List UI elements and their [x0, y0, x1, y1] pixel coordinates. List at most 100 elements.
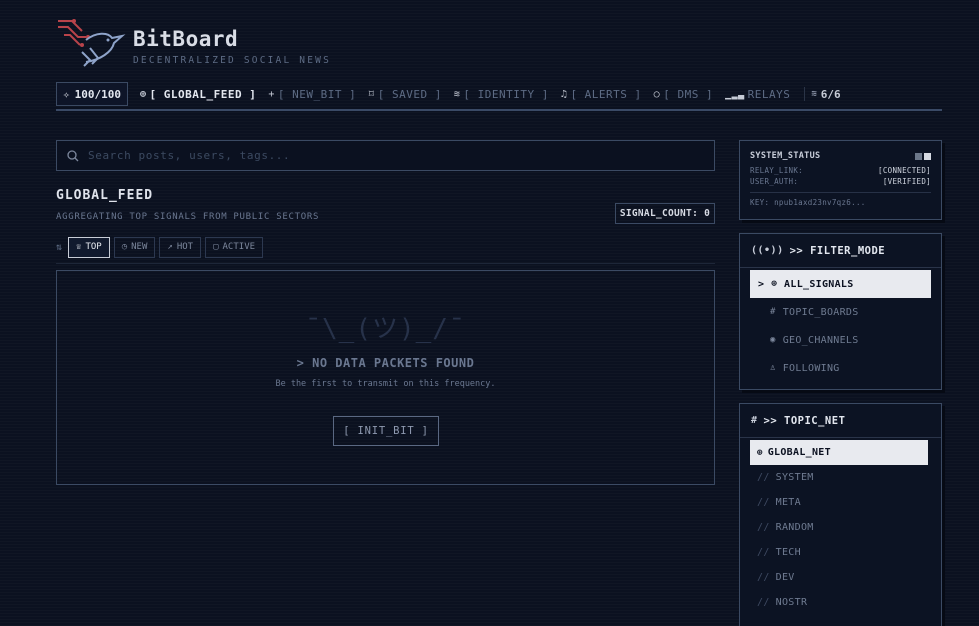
topic-label: META	[775, 497, 801, 508]
topic-label: SYSTEM	[775, 472, 814, 483]
topic-prefix: //	[757, 572, 770, 583]
user-auth-label: USER_AUTH:	[750, 177, 799, 186]
empty-title: > NO DATA PACKETS FOUND	[296, 356, 475, 370]
nav-dms[interactable]: ○ [ DMS ]	[654, 88, 713, 101]
status-indicator	[915, 152, 931, 160]
bell-icon: ♫	[560, 88, 568, 100]
shrug-emoticon: ¯\_(ツ)_/¯	[305, 314, 466, 344]
nav-global-feed[interactable]: ⊕ [ GLOBAL_FEED ]	[140, 88, 256, 101]
filter-label: GEO_CHANNELS	[782, 334, 859, 346]
filter-geo-channels[interactable]: ◉ GEO_CHANNELS	[750, 326, 931, 354]
topic-prefix: //	[757, 547, 770, 558]
nav-label: RELAYS	[747, 87, 791, 101]
wifi-icon: ≋	[453, 88, 461, 100]
sort-active-button[interactable]: ▢ ACTIVE	[205, 236, 264, 258]
comment-icon: ▢	[213, 242, 219, 252]
topic-tech[interactable]: // TECH	[750, 540, 928, 565]
relay-link-label: RELAY_LINK:	[750, 166, 803, 175]
filter-label: FOLLOWING	[782, 362, 840, 374]
status-title: SYSTEM_STATUS	[750, 151, 821, 161]
sort-new-button[interactable]: ◷ NEW	[113, 236, 156, 258]
radio-signal-icon: ((•))	[751, 245, 784, 256]
sort-bar: ⇅ ♕ TOP ◷ NEW ↗ HOT ▢ ACTIVE	[56, 236, 267, 258]
sort-top-button[interactable]: ♕ TOP	[68, 236, 110, 258]
sort-label: HOT	[176, 242, 194, 252]
nav-alerts[interactable]: ♫ [ ALERTS ]	[561, 88, 642, 101]
sort-hot-button[interactable]: ↗ HOT	[159, 236, 202, 258]
sort-label: TOP	[85, 242, 102, 252]
relay-count: ≋ 6/6	[811, 88, 840, 101]
topic-dev[interactable]: // DEV	[750, 565, 928, 590]
nav-identity[interactable]: ≋ [ IDENTITY ]	[454, 88, 549, 101]
topic-global-net[interactable]: ⊕ GLOBAL_NET	[750, 440, 928, 465]
topic-system[interactable]: // SYSTEM	[750, 465, 928, 490]
signal-bars-icon: ▁▂▃	[725, 88, 745, 100]
nav-label: [ GLOBAL_FEED ]	[149, 87, 257, 101]
nav-new-bit[interactable]: + [ NEW_BIT ]	[268, 88, 356, 101]
reputation-value: 100/100	[74, 87, 121, 101]
nav-label: [ IDENTITY ]	[463, 87, 549, 101]
topic-label: TECH	[775, 547, 801, 558]
nav-label: [ SAVED ]	[377, 87, 442, 101]
public-key[interactable]: KEY: npub1axd23nv7qz6...	[750, 198, 931, 207]
signal-count-badge: SIGNAL_COUNT: 0	[615, 203, 715, 224]
globe-icon: ⊕	[771, 279, 778, 289]
nav-label: [ NEW_BIT ]	[277, 87, 357, 101]
page-subtitle: AGGREGATING TOP SIGNALS FROM PUBLIC SECT…	[56, 212, 320, 222]
plus-icon: +	[268, 88, 275, 100]
bolt-icon: ✧	[63, 87, 70, 101]
filter-title: >> FILTER_MODE	[789, 244, 886, 257]
topic-prefix: //	[757, 597, 770, 608]
nav-divider	[804, 87, 806, 101]
status-divider	[750, 192, 931, 193]
topic-prefix: //	[757, 497, 770, 508]
search-input[interactable]	[88, 149, 648, 162]
nav-label: [ DMS ]	[663, 87, 714, 101]
topic-nostr[interactable]: // NOSTR	[750, 590, 928, 615]
filter-divider	[740, 267, 941, 268]
search-bar[interactable]	[56, 140, 715, 171]
filter-all-signals[interactable]: > ⊕ ALL_SIGNALS	[750, 270, 931, 298]
filter-following[interactable]: ♙ FOLLOWING	[750, 354, 931, 382]
brand-title: BitBoard	[133, 27, 239, 51]
nav-relays[interactable]: ▁▂▃ RELAYS	[725, 88, 790, 101]
hash-icon: #	[770, 307, 776, 317]
user-auth-value: [VERIFIED]	[882, 177, 931, 186]
bookmark-icon: ⌑	[368, 88, 375, 100]
filter-topic-boards[interactable]: # TOPIC_BOARDS	[750, 298, 931, 326]
nav-label: [ ALERTS ]	[570, 87, 642, 101]
wifi-icon: ≋	[811, 89, 817, 99]
filter-label: TOPIC_BOARDS	[782, 306, 859, 318]
sort-label: NEW	[131, 242, 148, 252]
topic-meta[interactable]: // META	[750, 490, 928, 515]
reputation-badge: ✧ 100/100	[56, 82, 128, 106]
filter-label: ALL_SIGNALS	[784, 278, 854, 290]
page-title: GLOBAL_FEED	[56, 188, 154, 203]
nav-saved[interactable]: ⌑ [ SAVED ]	[368, 88, 442, 101]
header-divider	[56, 109, 942, 111]
hash-icon: #	[751, 415, 758, 426]
clock-icon: ◷	[121, 242, 128, 252]
top-nav: ✧ 100/100 ⊕ [ GLOBAL_FEED ] + [ NEW_BIT …	[56, 82, 841, 106]
topic-divider	[740, 437, 941, 438]
search-icon	[67, 149, 79, 161]
topic-net-panel: # >> TOPIC_NET ⊕ GLOBAL_NET // SYSTEM //…	[739, 403, 942, 626]
relay-count-value: 6/6	[820, 87, 841, 101]
sort-divider	[56, 263, 715, 264]
topic-label: DEV	[775, 572, 795, 583]
empty-subtitle: Be the first to transmit on this frequen…	[275, 379, 496, 389]
relay-link-value: [CONNECTED]	[878, 166, 931, 175]
filter-mode-panel: ((•)) >> FILTER_MODE > ⊕ ALL_SIGNALS # T…	[739, 233, 942, 390]
topic-random[interactable]: // RANDOM	[750, 515, 928, 540]
brand-subtitle: DECENTRALIZED SOCIAL NEWS	[133, 55, 331, 66]
topic-label: NOSTR	[775, 597, 808, 608]
sort-label: ACTIVE	[222, 242, 256, 252]
globe-icon: ⊕	[757, 447, 763, 458]
trending-icon: ↗	[167, 242, 173, 252]
topic-label: RANDOM	[775, 522, 814, 533]
topic-prefix: //	[757, 472, 770, 483]
trophy-icon: ♕	[76, 242, 82, 252]
bitboard-logo	[58, 19, 126, 67]
init-bit-button[interactable]: [ INIT_BIT ]	[333, 416, 439, 446]
map-pin-icon: ◉	[770, 335, 776, 345]
